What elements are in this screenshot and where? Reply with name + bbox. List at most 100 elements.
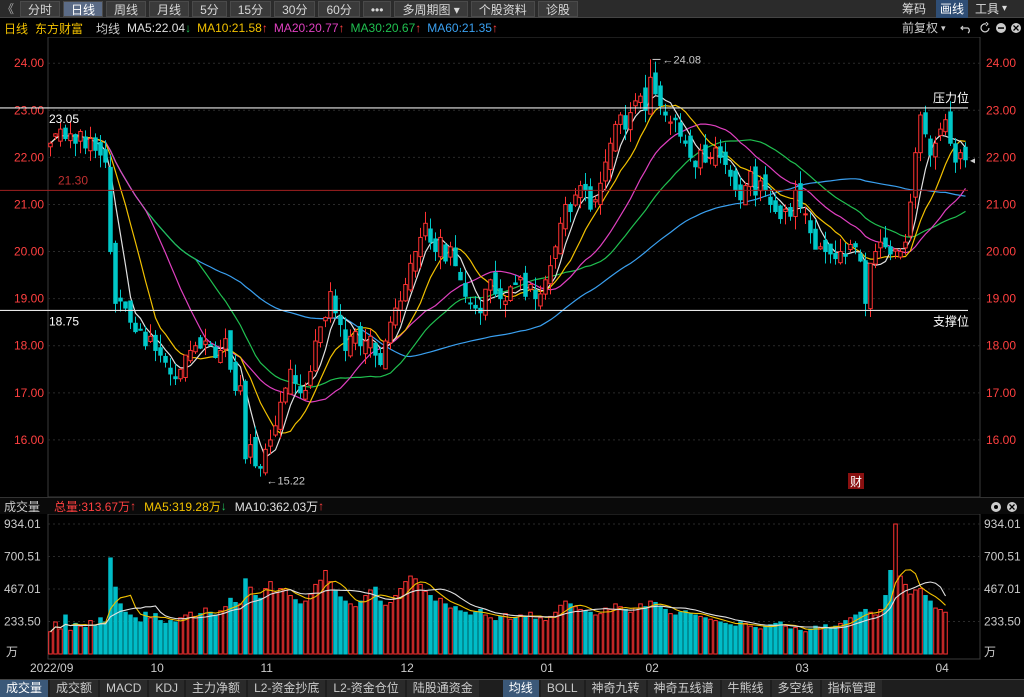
volume-bar[interactable] xyxy=(428,595,433,655)
candle[interactable] xyxy=(138,323,143,331)
candle[interactable] xyxy=(433,232,438,262)
indicator-tab-right-1[interactable]: BOLL xyxy=(540,680,584,697)
volume-bar[interactable] xyxy=(583,610,588,655)
volume-bar[interactable] xyxy=(228,597,233,655)
volume-bar[interactable] xyxy=(333,589,338,655)
candle[interactable] xyxy=(128,300,133,329)
indicator-tab-left-1[interactable]: 成交额 xyxy=(50,680,99,697)
volume-bar[interactable] xyxy=(818,627,823,655)
period-tab-6[interactable]: 30分 xyxy=(274,0,316,17)
candle[interactable] xyxy=(533,277,538,311)
volume-bar[interactable] xyxy=(883,595,888,655)
candle[interactable] xyxy=(113,240,118,313)
volume-bar[interactable] xyxy=(168,620,173,655)
candle[interactable] xyxy=(108,154,113,255)
candle[interactable] xyxy=(393,298,398,329)
candlestick-chart[interactable]: 24.00 23.00 22.00 21.00 20.00 19.00 18.00 17.00… xyxy=(0,37,1024,497)
candle[interactable] xyxy=(583,172,588,202)
candle[interactable] xyxy=(498,279,503,309)
volume-bar[interactable] xyxy=(648,600,653,655)
volume-bar[interactable] xyxy=(703,617,708,655)
candle[interactable] xyxy=(58,122,63,147)
volume-bar[interactable] xyxy=(728,624,733,655)
volume-bar[interactable] xyxy=(313,583,318,655)
volume-bar[interactable] xyxy=(763,625,768,655)
candle[interactable] xyxy=(453,235,458,267)
volume-bar[interactable] xyxy=(323,569,328,655)
volume-bar[interactable] xyxy=(108,557,113,655)
period-tab-4[interactable]: 5分 xyxy=(192,0,227,17)
candle[interactable] xyxy=(548,255,553,295)
volume-bar[interactable] xyxy=(673,614,678,655)
draw-line-button[interactable]: 画线 xyxy=(936,0,969,18)
period-tab-7[interactable]: 60分 xyxy=(318,0,360,17)
volume-bar[interactable] xyxy=(293,599,298,655)
volume-bar[interactable] xyxy=(708,618,713,655)
indicator-tab-left-2[interactable]: MACD xyxy=(100,680,148,697)
candle[interactable] xyxy=(288,359,293,395)
candle[interactable] xyxy=(383,338,388,370)
volume-bar[interactable] xyxy=(508,618,513,655)
candle[interactable] xyxy=(818,242,823,250)
volume-bar[interactable] xyxy=(238,603,243,655)
candle[interactable] xyxy=(173,363,178,385)
candle[interactable] xyxy=(508,285,513,302)
indicator-tab-right-3[interactable]: 神奇五线谱 xyxy=(647,680,720,697)
candle[interactable] xyxy=(413,251,418,278)
volume-bar[interactable] xyxy=(158,620,163,655)
candle[interactable] xyxy=(63,124,68,142)
volume-bar[interactable] xyxy=(623,608,628,655)
volume-bar[interactable] xyxy=(678,611,683,655)
volume-bar[interactable] xyxy=(363,595,368,655)
candle[interactable] xyxy=(493,260,498,298)
volume-bar[interactable] xyxy=(613,603,618,655)
volume-bar[interactable] xyxy=(808,628,813,655)
volume-bar[interactable] xyxy=(223,606,228,655)
volume-bar[interactable] xyxy=(283,589,288,655)
volume-bar[interactable] xyxy=(498,615,503,655)
volume-bar[interactable] xyxy=(528,611,533,655)
volume-bar[interactable] xyxy=(618,606,623,655)
volume-bar[interactable] xyxy=(873,614,878,655)
candle[interactable] xyxy=(373,342,378,368)
candle[interactable] xyxy=(953,138,958,173)
candle[interactable] xyxy=(928,135,933,167)
volume-bar[interactable] xyxy=(908,593,913,655)
candle[interactable] xyxy=(728,165,733,187)
volume-bar[interactable] xyxy=(888,569,893,655)
volume-bar[interactable] xyxy=(598,613,603,655)
indicator-tab-left-5[interactable]: L2-资金抄底 xyxy=(248,680,326,697)
candle[interactable] xyxy=(848,239,853,252)
candle[interactable] xyxy=(483,288,488,321)
volume-bar[interactable] xyxy=(348,603,353,655)
volume-bar[interactable] xyxy=(823,624,828,655)
volume-bar[interactable] xyxy=(503,613,508,655)
volume-bar[interactable] xyxy=(243,578,248,655)
candle[interactable] xyxy=(353,328,358,351)
volume-bar[interactable] xyxy=(553,611,558,655)
volume-bar[interactable] xyxy=(63,614,68,655)
candle[interactable] xyxy=(168,358,173,386)
candle[interactable] xyxy=(603,149,608,192)
candle[interactable] xyxy=(458,267,463,281)
candle[interactable] xyxy=(743,182,748,206)
volume-bar[interactable] xyxy=(633,607,638,655)
volume-bar[interactable] xyxy=(438,597,443,655)
candle[interactable] xyxy=(518,275,523,290)
candle[interactable] xyxy=(403,277,408,302)
period-tab-3[interactable]: 月线 xyxy=(149,0,190,17)
candle[interactable] xyxy=(298,374,303,399)
volume-bar[interactable] xyxy=(388,602,393,655)
candle[interactable] xyxy=(618,112,623,134)
candle[interactable] xyxy=(408,254,413,293)
volume-bar[interactable] xyxy=(278,588,283,655)
volume-bar[interactable] xyxy=(103,621,108,655)
volume-bar[interactable] xyxy=(698,615,703,655)
tools-button[interactable]: 工具 xyxy=(975,0,999,18)
volume-bar[interactable] xyxy=(488,617,493,655)
volume-bar[interactable] xyxy=(178,617,183,655)
indicator-tab-left-6[interactable]: L2-资金仓位 xyxy=(327,680,405,697)
candle[interactable] xyxy=(593,196,598,208)
candle[interactable] xyxy=(218,339,223,364)
candle[interactable] xyxy=(763,166,768,197)
